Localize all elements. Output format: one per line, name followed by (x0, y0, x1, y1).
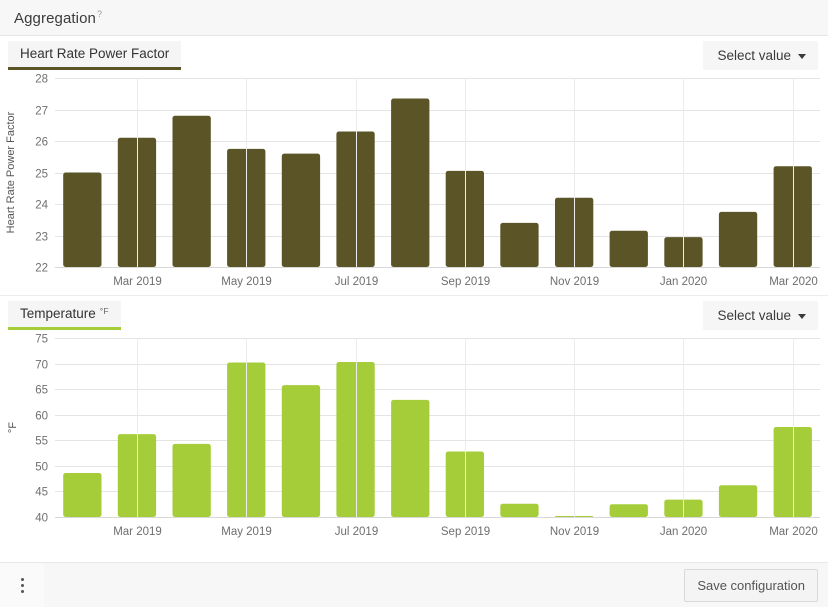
x-axis-tick-label: Nov 2019 (550, 526, 599, 538)
y-axis-tick-label: 23 (35, 232, 48, 244)
bar[interactable] (282, 154, 320, 267)
x-axis-tick-label: Mar 2019 (113, 276, 162, 288)
bar[interactable] (610, 504, 648, 517)
chart-temperature[interactable]: 40 45 50 55 60 65 70 75 Mar 2019 May 2019 Jul 2019… (0, 330, 828, 545)
kebab-dot (21, 584, 24, 587)
kebab-menu-icon[interactable] (0, 563, 44, 607)
select-value-dropdown-2[interactable]: Select value (703, 301, 818, 330)
x-axis-tick-label: Mar 2019 (113, 526, 162, 538)
tab-temperature[interactable]: Temperature °F (8, 301, 121, 330)
bar[interactable] (63, 173, 101, 268)
tab-unit-label: °F (100, 306, 109, 316)
y-axis-tick-label: 24 (35, 200, 48, 212)
y-axis-tick-label: 26 (35, 137, 48, 149)
bar[interactable] (719, 212, 757, 267)
panel-temperature: Temperature °F Select value 40 45 50 55 60 65… (0, 296, 828, 545)
bar[interactable] (391, 99, 429, 268)
bar[interactable] (446, 452, 484, 518)
x-axis-tick-label: Jul 2019 (335, 276, 378, 288)
bar[interactable] (500, 504, 538, 517)
panel-1-tabstrip: Heart Rate Power Factor Select value (0, 36, 828, 70)
help-question-icon[interactable]: ? (97, 9, 102, 19)
bar[interactable] (118, 138, 156, 267)
y-axis-tick-label: 22 (35, 263, 48, 275)
bar[interactable] (63, 473, 101, 517)
y-axis-tick-label: 60 (35, 411, 48, 423)
x-axis-tick-label: Sep 2019 (441, 276, 490, 288)
y-axis-tick-label: 70 (35, 360, 48, 372)
page-title: Aggregation? (14, 9, 102, 27)
window-footer: Save configuration (0, 562, 828, 607)
panel-heart-rate-power-factor: Heart Rate Power Factor Select value 222… (0, 36, 828, 295)
y-axis-tick-label: 75 (35, 334, 48, 346)
x-axis-tick-label: Jul 2019 (335, 526, 378, 538)
chevron-down-icon (798, 314, 806, 319)
select-value-label: Select value (717, 48, 791, 63)
x-axis-tick-label: Mar 2020 (769, 276, 818, 288)
bar[interactable] (282, 385, 320, 517)
window-header: Aggregation? (0, 0, 828, 36)
x-axis-tick-label: Jan 2020 (660, 526, 707, 538)
kebab-dot (21, 578, 24, 581)
panel-2-tabstrip: Temperature °F Select value (0, 296, 828, 330)
bar[interactable] (173, 444, 211, 517)
x-axis-tick-label: Nov 2019 (550, 276, 599, 288)
y-axis-tick-label: 55 (35, 436, 48, 448)
y-axis-tick-label: 65 (35, 385, 48, 397)
x-axis-tick-label: May 2019 (221, 276, 272, 288)
save-configuration-button[interactable]: Save configuration (684, 569, 818, 602)
bar-chart-svg-1: 22 23 24 25 26 27 28 Mar 2019 May 2019 Jul 2019 Se… (0, 70, 828, 295)
aggregation-panel-window: Aggregation? Heart Rate Power Factor Sel… (0, 0, 828, 607)
kebab-dot (21, 590, 24, 593)
y-axis-tick-label: 45 (35, 487, 48, 499)
page-title-text: Aggregation (14, 10, 96, 27)
y-axis-title: °F (7, 422, 19, 433)
chart-heart-rate-power-factor[interactable]: 22 23 24 25 26 27 28 Mar 2019 May 2019 Jul 2019 Se… (0, 70, 828, 295)
y-axis-tick-label: 40 (35, 513, 48, 525)
bar[interactable] (446, 171, 484, 267)
chevron-down-icon (798, 54, 806, 59)
bar-chart-svg-2: 40 45 50 55 60 65 70 75 Mar 2019 May 2019 Jul 2019… (0, 330, 828, 545)
tab-label: Heart Rate Power Factor (20, 46, 169, 61)
x-axis-tick-label: Mar 2020 (769, 526, 818, 538)
y-axis-tick-label: 50 (35, 462, 48, 474)
bar[interactable] (118, 434, 156, 517)
y-axis-title: Heart Rate Power Factor (5, 111, 17, 233)
tab-heart-rate-power-factor[interactable]: Heart Rate Power Factor (8, 41, 181, 70)
bar[interactable] (719, 485, 757, 517)
x-axis-tick-label: Sep 2019 (441, 526, 490, 538)
x-axis-tick-label: Jan 2020 (660, 276, 707, 288)
bar[interactable] (500, 223, 538, 267)
bar[interactable] (336, 132, 374, 268)
select-value-label: Select value (717, 308, 791, 323)
bar[interactable] (610, 231, 648, 267)
bar[interactable] (774, 427, 812, 517)
bar[interactable] (173, 116, 211, 267)
y-axis-tick-label: 27 (35, 106, 48, 118)
bar[interactable] (774, 166, 812, 267)
y-axis-tick-label: 28 (35, 74, 48, 86)
bar[interactable] (336, 362, 374, 517)
select-value-dropdown-1[interactable]: Select value (703, 41, 818, 70)
bar[interactable] (391, 400, 429, 517)
tab-label: Temperature (20, 306, 96, 321)
y-axis-tick-label: 25 (35, 169, 48, 181)
x-axis-tick-label: May 2019 (221, 526, 272, 538)
